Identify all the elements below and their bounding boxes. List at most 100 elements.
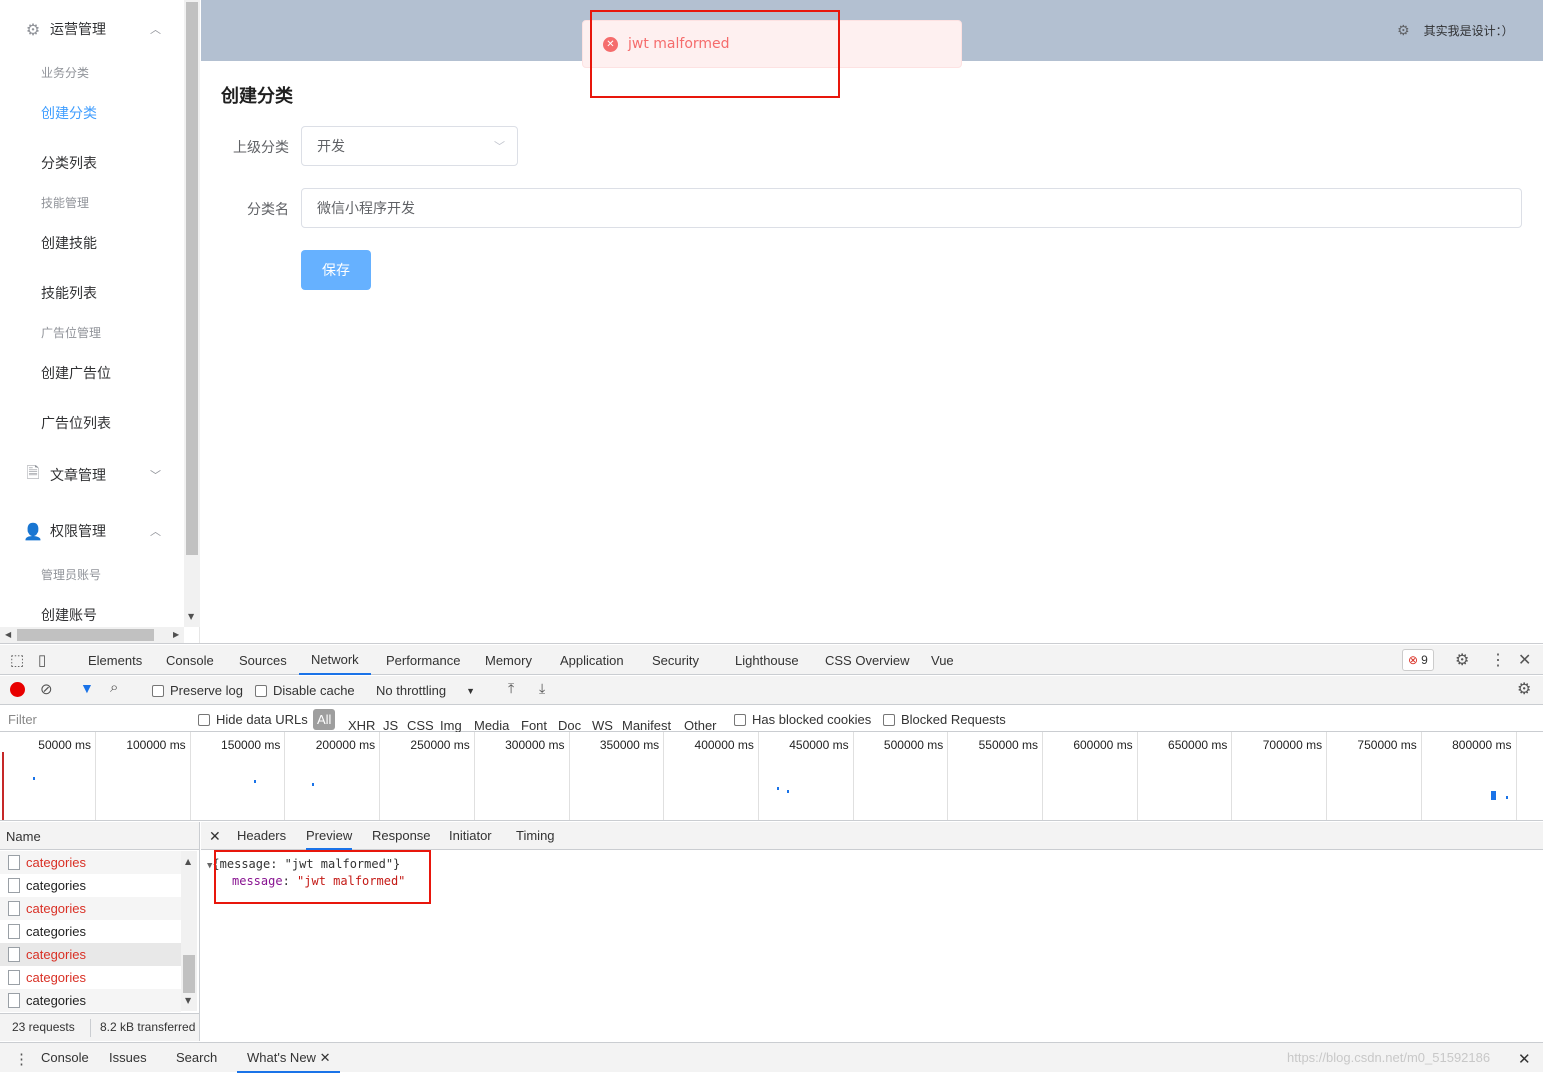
sidebar-scroll-thumb[interactable] xyxy=(186,2,198,555)
menu-item-ad-list[interactable]: 广告位列表 xyxy=(41,413,111,433)
blocked-requests-checkbox[interactable]: Blocked Requests xyxy=(883,712,1006,727)
tab-preview[interactable]: Preview xyxy=(306,828,353,850)
timeline-tick-label: 650000 ms xyxy=(1168,738,1228,752)
throttling-select[interactable]: No throttling ▼ xyxy=(376,683,475,698)
drawer-tab-console[interactable]: Console xyxy=(41,1050,89,1065)
request-row[interactable]: categories xyxy=(0,966,181,989)
clear-icon[interactable]: ⊘ xyxy=(40,680,53,698)
category-name-input[interactable]: 微信小程序开发 xyxy=(301,188,1522,228)
timeline-gridline xyxy=(1515,732,1517,820)
export-har-icon[interactable]: ⤓ xyxy=(539,680,545,697)
timeline-tick-label: 700000 ms xyxy=(1262,738,1323,752)
menu-item-create-skill[interactable]: 创建技能 xyxy=(41,233,97,253)
close-tab-icon[interactable]: ✕ xyxy=(320,1050,331,1065)
request-row[interactable]: categories xyxy=(0,874,181,897)
request-row[interactable]: categories xyxy=(0,920,181,943)
disable-cache-checkbox[interactable]: Disable cache xyxy=(255,683,355,698)
request-row[interactable]: categories xyxy=(0,989,181,1012)
category-name-label: 分类名 xyxy=(247,202,289,218)
filter-type-xhr[interactable]: XHR xyxy=(348,718,375,733)
filter-type-other[interactable]: Other xyxy=(684,718,717,733)
timeline-tick-label: 200000 ms xyxy=(315,738,376,752)
sidebar-hscroll-thumb[interactable] xyxy=(17,629,154,641)
network-settings-gear-icon[interactable]: ⚙ xyxy=(1517,679,1531,699)
tab-elements[interactable]: Elements xyxy=(88,645,142,675)
scroll-right-arrow-icon[interactable]: ▶ xyxy=(173,630,179,639)
settings-gear-icon[interactable]: ⚙ xyxy=(1455,645,1469,675)
menu-group-operations[interactable]: ⚙ 运营管理 ︿ xyxy=(0,1,184,57)
close-drawer-icon[interactable]: ✕ xyxy=(1518,1050,1531,1068)
filter-type-media[interactable]: Media xyxy=(474,718,509,733)
close-devtools-icon[interactable]: ✕ xyxy=(1518,645,1531,675)
request-row[interactable]: categories xyxy=(0,851,181,874)
filter-type-font[interactable]: Font xyxy=(521,718,547,733)
checkbox-label: Has blocked cookies xyxy=(752,712,872,727)
hide-data-urls-checkbox[interactable]: Hide data URLs xyxy=(198,712,308,727)
divider xyxy=(90,1019,91,1037)
more-options-icon[interactable]: ⋮ xyxy=(1490,645,1506,675)
tab-initiator[interactable]: Initiator xyxy=(449,828,492,843)
error-counter[interactable]: ⊗ 9 xyxy=(1402,649,1434,671)
search-icon[interactable]: ⌕ xyxy=(110,679,118,696)
filter-type-css[interactable]: CSS xyxy=(407,718,434,733)
filter-type-js[interactable]: JS xyxy=(383,718,398,733)
gear-icon[interactable]: ⚙ xyxy=(1397,23,1410,39)
tab-application[interactable]: Application xyxy=(560,645,624,675)
gear-icon: ⚙ xyxy=(25,19,41,39)
tab-css-overview[interactable]: CSS Overview xyxy=(825,645,910,675)
tab-security[interactable]: Security xyxy=(652,645,699,675)
tab-timing[interactable]: Timing xyxy=(516,828,555,843)
file-icon xyxy=(8,993,20,1008)
menu-item-create-ad[interactable]: 创建广告位 xyxy=(41,363,111,383)
tab-vue[interactable]: Vue xyxy=(931,645,954,675)
menu-item-create-account[interactable]: 创建账号 xyxy=(41,605,97,625)
filter-type-doc[interactable]: Doc xyxy=(558,718,581,733)
device-toolbar-icon[interactable]: ▯ xyxy=(38,645,46,675)
drawer-tab-whats-new[interactable]: What's New ✕ xyxy=(237,1050,341,1073)
tab-sources[interactable]: Sources xyxy=(239,645,287,675)
tab-console[interactable]: Console xyxy=(166,645,214,675)
drawer-tab-search[interactable]: Search xyxy=(176,1050,217,1065)
preserve-log-checkbox[interactable]: Preserve log xyxy=(152,683,243,698)
record-icon[interactable] xyxy=(10,682,25,697)
tab-performance[interactable]: Performance xyxy=(386,645,460,675)
filter-input[interactable]: Filter xyxy=(2,708,186,730)
tab-lighthouse[interactable]: Lighthouse xyxy=(735,645,799,675)
menu-group-articles[interactable]: 🗎 文章管理 ﹀ xyxy=(0,447,184,503)
tab-memory[interactable]: Memory xyxy=(485,645,532,675)
filter-type-ws[interactable]: WS xyxy=(592,718,613,733)
scroll-left-arrow-icon[interactable]: ◀ xyxy=(5,630,11,639)
scroll-down-arrow-icon[interactable]: ▼ xyxy=(185,996,191,1005)
close-detail-icon[interactable]: ✕ xyxy=(209,828,221,845)
inspect-element-icon[interactable]: ⬚ xyxy=(10,645,24,675)
user-menu[interactable]: ⚙ 其实我是设计：） xyxy=(1397,22,1514,39)
tab-network[interactable]: Network xyxy=(299,645,371,675)
transfer-size: 8.2 kB transferred xyxy=(100,1020,196,1034)
name-column-header[interactable]: Name xyxy=(0,822,200,850)
request-row[interactable]: categories xyxy=(0,943,181,966)
filter-type-img[interactable]: Img xyxy=(440,718,462,733)
scroll-down-arrow-icon[interactable]: ▼ xyxy=(188,612,194,621)
filter-type-manifest[interactable]: Manifest xyxy=(622,718,671,733)
filter-type-all[interactable]: All xyxy=(313,709,336,730)
filter-icon[interactable]: ▼ xyxy=(80,680,94,696)
file-icon xyxy=(8,970,20,985)
request-name: categories xyxy=(26,878,86,893)
menu-item-create-category[interactable]: 创建分类 xyxy=(41,103,97,123)
scroll-up-arrow-icon[interactable]: ▲ xyxy=(185,857,191,866)
timeline-tick-label: 450000 ms xyxy=(789,738,849,752)
tab-response[interactable]: Response xyxy=(372,828,431,843)
drawer-menu-icon[interactable]: ⋮ xyxy=(14,1050,29,1068)
request-list-scroll-thumb[interactable] xyxy=(183,955,195,993)
import-har-icon[interactable]: ⤒ xyxy=(508,680,514,697)
menu-group-permissions[interactable]: 👤 权限管理 ︿ xyxy=(0,503,184,559)
tab-headers[interactable]: Headers xyxy=(237,828,286,843)
has-blocked-cookies-checkbox[interactable]: Has blocked cookies xyxy=(734,712,871,727)
menu-item-skill-list[interactable]: 技能列表 xyxy=(41,283,97,303)
parent-category-select[interactable]: 开发 ﹀ xyxy=(301,126,518,166)
drawer-tab-issues[interactable]: Issues xyxy=(109,1050,147,1065)
menu-item-category-list[interactable]: 分类列表 xyxy=(41,153,97,173)
request-row[interactable]: categories xyxy=(0,897,181,920)
save-button[interactable]: 保存 xyxy=(301,250,371,290)
page-title: 创建分类 xyxy=(221,86,293,107)
